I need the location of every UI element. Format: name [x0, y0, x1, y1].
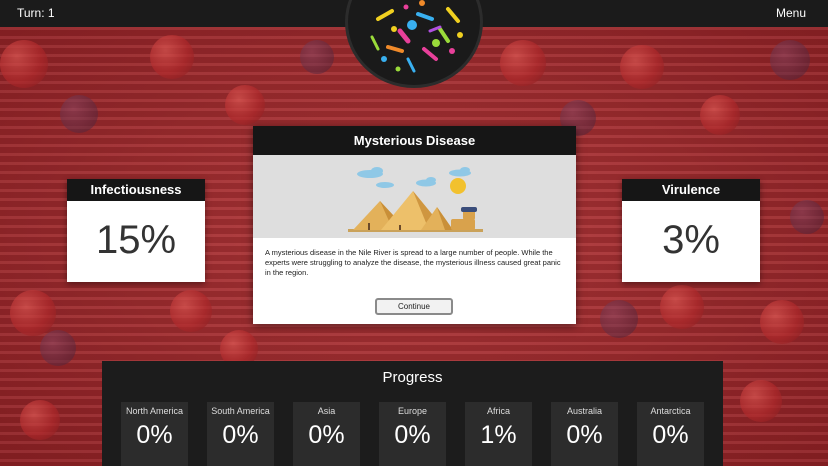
- region-name: Antarctica: [650, 406, 691, 416]
- virulence-value: 3%: [662, 218, 720, 262]
- virulence-panel: Virulence 3%: [622, 179, 760, 282]
- region-name: Europe: [397, 406, 428, 416]
- infectiousness-label: Infectiousness: [67, 179, 205, 201]
- dialog-body: A mysterious disease in the Nile River i…: [265, 248, 561, 277]
- region-name: South America: [211, 406, 270, 416]
- egypt-pyramids-illustration: [253, 155, 576, 238]
- continue-button[interactable]: Continue: [375, 298, 453, 315]
- region-percent: 0%: [394, 421, 431, 449]
- dialog-title: Mysterious Disease: [253, 126, 576, 155]
- region-percent: 0%: [136, 421, 173, 449]
- region-name: North America: [125, 406, 184, 416]
- region-europe: Europe 0%: [379, 402, 446, 466]
- infectiousness-value: 15%: [95, 218, 177, 262]
- region-percent: 0%: [566, 421, 603, 449]
- region-name: Asia: [317, 406, 336, 416]
- progress-panel: Progress North America 0% South America …: [102, 361, 723, 466]
- region-australia: Australia 0%: [551, 402, 618, 466]
- region-name: Africa: [486, 406, 510, 416]
- virulence-label: Virulence: [622, 179, 760, 201]
- region-asia: Asia 0%: [293, 402, 360, 466]
- event-dialog: Mysterious Disease A mysterious disease …: [253, 126, 576, 324]
- region-south-america: South America 0%: [207, 402, 274, 466]
- infectiousness-panel: Infectiousness 15%: [67, 179, 205, 282]
- region-percent: 1%: [480, 421, 517, 449]
- region-percent: 0%: [652, 421, 689, 449]
- region-north-america: North America 0%: [121, 402, 188, 466]
- region-percent: 0%: [222, 421, 259, 449]
- region-percent: 0%: [308, 421, 345, 449]
- progress-title: Progress: [382, 369, 443, 386]
- region-africa: Africa 1%: [465, 402, 532, 466]
- region-name: Australia: [566, 406, 602, 416]
- menu-button[interactable]: Menu: [776, 6, 806, 20]
- turn-counter: Turn: 1: [17, 6, 55, 20]
- region-antarctica: Antarctica 0%: [637, 402, 704, 466]
